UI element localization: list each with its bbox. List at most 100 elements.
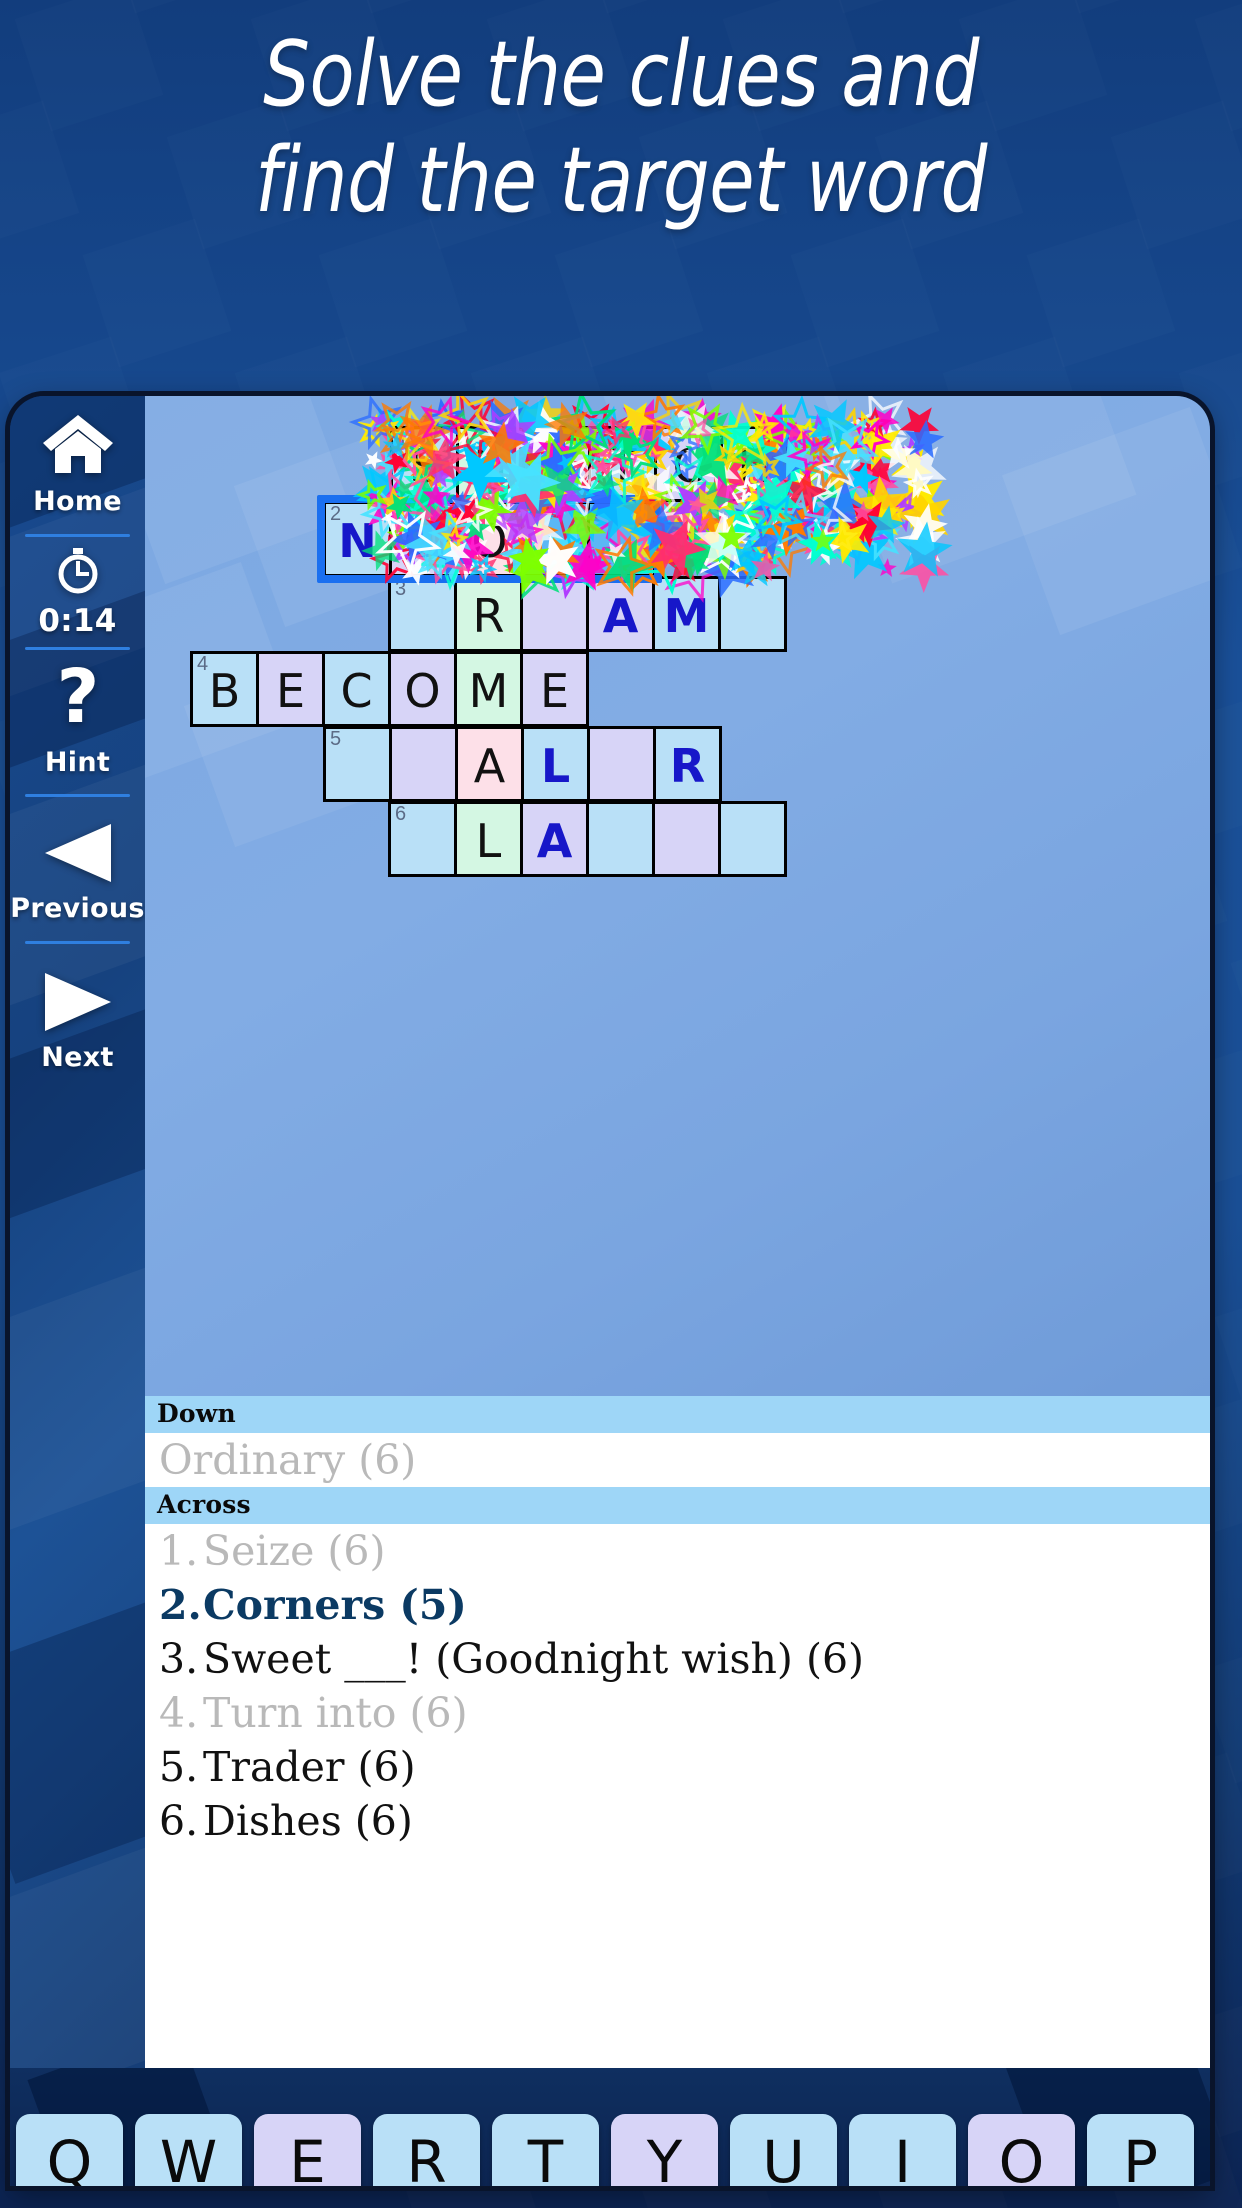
keyboard-key-label: W — [159, 2128, 218, 2186]
toolbar-item-next[interactable]: Next — [10, 970, 145, 1074]
grid-cell[interactable] — [718, 801, 787, 877]
grid-cell-letter: A — [536, 814, 573, 868]
app-window: Home 0:14 ? Hint Previous Next 1 S N A T… — [10, 396, 1210, 2186]
crossword-board[interactable]: 1S N A T C H 2 N O O 3 R A M 4 B E C O M… — [145, 396, 1210, 1396]
grid-cell[interactable] — [520, 576, 589, 652]
clue-text: Trader (6) — [203, 1743, 416, 1791]
clue-number: 1. — [159, 1527, 199, 1575]
grid-cell[interactable]: O — [388, 651, 457, 727]
keyboard-key-label: Q — [46, 2128, 93, 2186]
grid-cell[interactable]: 6 — [388, 801, 457, 877]
grid-cell-letter: T — [608, 439, 637, 493]
keyboard-key-i[interactable]: I — [849, 2114, 956, 2186]
across-clue-item[interactable]: 4. Turn into (6) — [145, 1686, 1210, 1740]
grid-cell[interactable]: C — [322, 651, 391, 727]
clue-text: Corners (5) — [203, 1581, 467, 1629]
grid-cell[interactable]: R — [653, 726, 722, 802]
grid-cell-letter: M — [663, 589, 710, 643]
clue-number: 6. — [159, 1797, 199, 1845]
on-screen-keyboard[interactable]: Q W E R T Y U I O P — [10, 2068, 1210, 2186]
grid-cell[interactable]: O — [455, 501, 524, 577]
grid-cell[interactable] — [718, 576, 787, 652]
grid-cell[interactable]: O — [389, 501, 458, 577]
question-mark-icon: ? — [51, 654, 105, 743]
down-clue-item[interactable]: Ordinary (6) — [145, 1433, 1210, 1487]
grid-cell[interactable]: M — [652, 576, 721, 652]
keyboard-key-label: U — [762, 2128, 805, 2186]
grid-cell[interactable]: M — [454, 651, 523, 727]
grid-cell-letter: A — [473, 739, 506, 793]
toolbar-item-previous[interactable]: Previous — [10, 821, 145, 925]
keyboard-key-r[interactable]: R — [373, 2114, 480, 2186]
grid-cell[interactable] — [521, 501, 590, 577]
grid-cell-letter: N — [338, 514, 377, 568]
toolbar-next-label: Next — [41, 1042, 114, 1073]
grid-cell[interactable]: A — [520, 801, 589, 877]
promo-headline-line-1: Solve the clues and — [263, 22, 979, 127]
grid-cell[interactable] — [389, 726, 458, 802]
grid-cell[interactable]: A — [455, 726, 524, 802]
grid-cell[interactable]: 2N — [323, 501, 392, 577]
keyboard-key-label: I — [893, 2128, 912, 2186]
grid-cell[interactable]: L — [454, 801, 523, 877]
clue-text: Seize (6) — [203, 1527, 386, 1575]
crossword-grid[interactable]: 1S N A T C H 2 N O O 3 R A M 4 B E C O M… — [145, 396, 1210, 1396]
grid-cell-letter: R — [669, 739, 706, 793]
grid-cell[interactable]: L — [521, 726, 590, 802]
grid-cell-letter: A — [602, 589, 639, 643]
grid-cell[interactable] — [587, 726, 656, 802]
grid-cell[interactable] — [652, 801, 721, 877]
keyboard-key-u[interactable]: U — [730, 2114, 837, 2186]
keyboard-key-w[interactable]: W — [135, 2114, 242, 2186]
grid-cell[interactable]: A — [586, 576, 655, 652]
toolbar-item-home[interactable]: Home — [10, 410, 145, 520]
grid-cell[interactable]: 1S — [390, 426, 459, 502]
keyboard-key-y[interactable]: Y — [611, 2114, 718, 2186]
keyboard-key-t[interactable]: T — [492, 2114, 599, 2186]
keyboard-key-e[interactable]: E — [254, 2114, 361, 2186]
triangle-right-icon — [41, 971, 115, 1038]
clue-text: Dishes (6) — [203, 1797, 413, 1845]
across-clue-item[interactable]: 3. Sweet ___! (Goodnight wish) (6) — [145, 1632, 1210, 1686]
grid-cell[interactable]: E — [520, 651, 589, 727]
across-clue-item[interactable]: 5. Trader (6) — [145, 1740, 1210, 1794]
across-clue-list[interactable]: 1. Seize (6) 2. Corners (5) 3. Sweet ___! (… — [145, 1524, 1210, 1848]
grid-cell[interactable]: R — [454, 576, 523, 652]
toolbar-previous-label: Previous — [10, 893, 145, 924]
clue-number: 2. — [159, 1581, 202, 1629]
clue-section-header-down: Down — [145, 1396, 1210, 1433]
keyboard-key-label: O — [998, 2128, 1045, 2186]
grid-cell-letter: O — [471, 514, 508, 568]
grid-cell[interactable]: C — [654, 426, 723, 502]
grid-cell[interactable]: E — [256, 651, 325, 727]
grid-cell[interactable]: H — [720, 426, 789, 502]
clue-text: Turn into (6) — [203, 1689, 468, 1737]
keyboard-key-p[interactable]: P — [1087, 2114, 1194, 2186]
grid-cell[interactable]: 4B — [190, 651, 259, 727]
keyboard-key-q[interactable]: Q — [16, 2114, 123, 2186]
across-clue-item[interactable]: 6. Dishes (6) — [145, 1794, 1210, 1848]
toolbar-divider-1 — [25, 534, 130, 537]
clue-section-header-across: Across — [145, 1487, 1210, 1524]
down-clue-list[interactable]: Ordinary (6) — [145, 1433, 1210, 1487]
clue-number: 5. — [159, 1743, 199, 1791]
grid-cell[interactable]: N — [456, 426, 525, 502]
across-clue-item[interactable]: 2. Corners (5) — [145, 1578, 1210, 1632]
grid-cell-letter: M — [468, 664, 509, 718]
across-clue-item[interactable]: 1. Seize (6) — [145, 1524, 1210, 1578]
grid-cell[interactable]: 3 — [388, 576, 457, 652]
grid-cell-letter: L — [475, 814, 502, 868]
toolbar-timer-value: 0:14 — [38, 602, 117, 639]
grid-cell[interactable]: T — [588, 426, 657, 502]
grid-cell[interactable]: 5 — [323, 726, 392, 802]
keyboard-key-o[interactable]: O — [968, 2114, 1075, 2186]
toolbar-item-hint[interactable]: ? Hint — [10, 654, 145, 778]
grid-cell[interactable] — [586, 801, 655, 877]
left-toolbar: Home 0:14 ? Hint Previous Next — [10, 396, 145, 2186]
grid-cell-letter: R — [472, 589, 505, 643]
grid-cell[interactable] — [587, 501, 656, 577]
grid-cell[interactable]: A — [522, 426, 591, 502]
keyboard-key-label: E — [289, 2128, 326, 2186]
keyboard-row-1[interactable]: Q W E R T Y U I O P — [16, 2114, 1194, 2186]
keyboard-key-label: R — [406, 2128, 447, 2186]
